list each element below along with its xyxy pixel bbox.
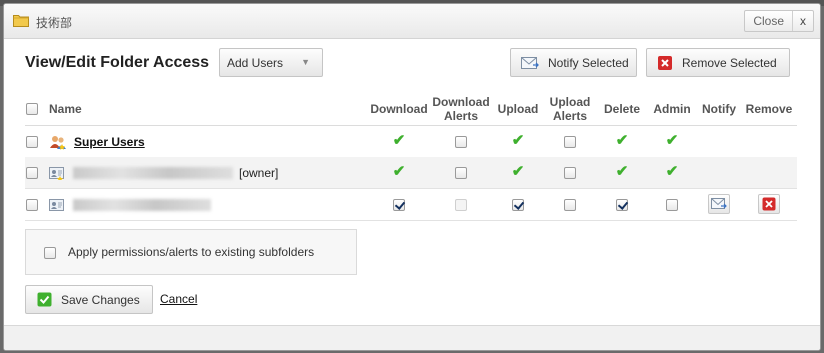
- apply-subfolders-label[interactable]: Apply permissions/alerts to existing sub…: [68, 245, 314, 259]
- upload-checkbox[interactable]: [512, 199, 524, 211]
- chevron-down-icon: ▼: [301, 57, 310, 67]
- admin-checkbox[interactable]: [666, 199, 678, 211]
- dialog-footer: [4, 325, 820, 350]
- delete-checkbox[interactable]: [616, 199, 628, 211]
- green-check-icon: [37, 292, 52, 307]
- window-title: 技術部: [36, 16, 73, 30]
- upload-alerts-checkbox[interactable]: [564, 136, 576, 148]
- col-remove: Remove: [745, 102, 793, 116]
- apply-subfolders-checkbox[interactable]: [44, 247, 56, 259]
- owner-tag: [owner]: [239, 165, 279, 180]
- upload-alerts-checkbox[interactable]: [564, 167, 576, 179]
- download-granted-check-icon: ✔: [392, 163, 406, 180]
- red-x-icon: [658, 55, 672, 70]
- name-cell: [owner]: [49, 157, 278, 188]
- col-name: Name: [49, 102, 82, 116]
- user-card-icon: [49, 198, 64, 211]
- admin-granted-check-icon: ✔: [665, 163, 679, 180]
- save-changes-label: Save Changes: [61, 292, 140, 307]
- user-card-icon: [49, 166, 64, 180]
- table-row: Super Users ✔ ✔ ✔ ✔: [25, 126, 797, 158]
- row-select-checkbox[interactable]: [26, 199, 38, 211]
- table-row: [owner] ✔ ✔ ✔ ✔: [25, 157, 797, 189]
- remove-selected-button[interactable]: Remove Selected: [646, 48, 790, 77]
- select-all-checkbox[interactable]: [26, 103, 38, 115]
- download-alerts-checkbox: [455, 199, 467, 211]
- envelope-icon: [521, 56, 539, 69]
- col-download-alerts: Download Alerts: [432, 95, 490, 123]
- delete-granted-check-icon: ✔: [615, 163, 629, 180]
- row-select-checkbox[interactable]: [26, 136, 38, 148]
- save-changes-button[interactable]: Save Changes: [25, 285, 153, 314]
- notify-selected-button[interactable]: Notify Selected: [510, 48, 637, 77]
- redacted-username: [73, 166, 233, 179]
- super-users-link[interactable]: Super Users: [74, 135, 145, 149]
- notify-selected-label: Notify Selected: [548, 55, 629, 70]
- col-notify: Notify: [702, 102, 736, 116]
- cancel-link[interactable]: Cancel: [160, 292, 197, 306]
- upload-alerts-checkbox[interactable]: [564, 199, 576, 211]
- notify-user-button[interactable]: [708, 194, 730, 214]
- envelope-icon: [711, 198, 727, 209]
- download-checkbox[interactable]: [393, 199, 405, 211]
- remove-selected-label: Remove Selected: [682, 55, 777, 70]
- row-select-checkbox[interactable]: [26, 167, 38, 179]
- subfolder-option-panel: Apply permissions/alerts to existing sub…: [25, 229, 357, 275]
- col-upload-alerts: Upload Alerts: [549, 95, 591, 123]
- page-title: View/Edit Folder Access: [25, 54, 210, 71]
- red-x-icon: [762, 197, 776, 211]
- close-x-icon[interactable]: x: [793, 11, 813, 31]
- add-users-label: Add Users: [227, 55, 284, 70]
- delete-granted-check-icon: ✔: [615, 132, 629, 149]
- col-upload: Upload: [497, 102, 539, 116]
- col-download: Download: [370, 102, 428, 116]
- table-row: [25, 189, 797, 221]
- download-alerts-checkbox[interactable]: [455, 136, 467, 148]
- close-label[interactable]: Close: [745, 11, 793, 31]
- name-cell: Super Users: [49, 126, 145, 157]
- remove-user-button[interactable]: [758, 194, 780, 214]
- col-delete: Delete: [603, 102, 641, 116]
- close-button[interactable]: Close x: [744, 10, 814, 32]
- upload-granted-check-icon: ✔: [511, 132, 525, 149]
- folder-access-dialog: 技術部 Close x View/Edit Folder Access Add …: [3, 3, 821, 351]
- title-bar: 技術部 Close x: [4, 4, 820, 39]
- user-group-icon: [50, 135, 66, 150]
- download-granted-check-icon: ✔: [392, 132, 406, 149]
- redacted-username: [73, 198, 211, 211]
- admin-granted-check-icon: ✔: [665, 132, 679, 149]
- upload-granted-check-icon: ✔: [511, 163, 525, 180]
- add-users-dropdown[interactable]: Add Users ▼: [219, 48, 323, 77]
- col-admin: Admin: [653, 102, 691, 116]
- name-cell: [49, 189, 211, 220]
- download-alerts-checkbox[interactable]: [455, 167, 467, 179]
- folder-icon: [13, 15, 29, 27]
- table-header: Name Download Download Alerts Upload Upl…: [25, 92, 797, 126]
